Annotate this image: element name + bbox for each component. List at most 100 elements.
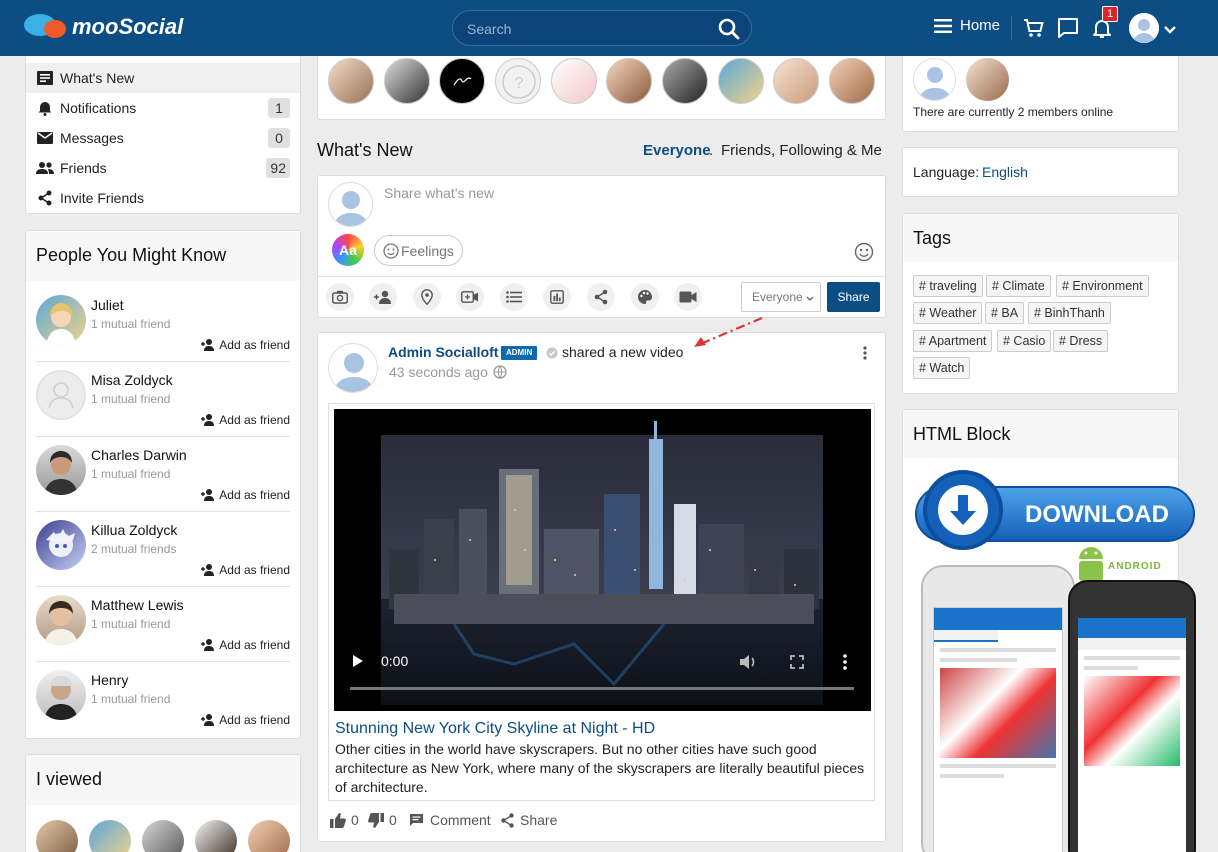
filter-friends-following[interactable]: Friends, Following & Me [721, 142, 882, 159]
story-avatar[interactable] [662, 58, 708, 104]
composer-input[interactable]: Share what's new [384, 185, 494, 201]
video-title[interactable]: Stunning New York City Skyline at Night … [335, 720, 655, 738]
site-logo[interactable]: mooSocial [24, 12, 183, 42]
tag-item[interactable]: # Environment [1056, 275, 1149, 297]
avatar[interactable] [89, 820, 131, 852]
menu-item-friends[interactable]: Friends 92 [26, 153, 300, 183]
avatar[interactable] [36, 370, 86, 420]
user-avatar[interactable] [1129, 13, 1159, 43]
camera-icon[interactable] [326, 283, 354, 311]
avatar[interactable] [195, 820, 237, 852]
video-progress-bar[interactable] [350, 687, 854, 690]
add-friend-button[interactable]: Add as friend [201, 638, 290, 652]
story-avatar[interactable] [439, 58, 485, 104]
mutual-friends: 1 mutual friend [91, 617, 171, 631]
tag-item[interactable]: # BinhThanh [1028, 302, 1111, 324]
video-more-icon[interactable] [843, 654, 847, 673]
menu-item-messages[interactable]: Messages 0 [26, 123, 300, 153]
comment-button[interactable]: Comment [409, 812, 491, 828]
story-avatar[interactable] [718, 58, 764, 104]
story-avatar[interactable] [328, 58, 374, 104]
share-icon[interactable] [587, 283, 615, 311]
story-avatar[interactable] [606, 58, 652, 104]
language-value[interactable]: English [982, 164, 1028, 180]
like-button[interactable]: 0 [330, 812, 359, 828]
poll-icon[interactable] [543, 283, 571, 311]
play-icon[interactable] [352, 654, 364, 671]
person-name[interactable]: Misa Zoldyck [91, 372, 173, 388]
person-name[interactable]: Charles Darwin [91, 447, 187, 463]
tag-item[interactable]: # Climate [986, 275, 1051, 297]
story-avatar[interactable] [829, 58, 875, 104]
video-add-icon[interactable] [456, 283, 484, 311]
story-avatar[interactable]: ? [495, 58, 541, 104]
download-label: DOWNLOAD [1025, 501, 1169, 528]
tag-item[interactable]: # BA [985, 302, 1025, 324]
menu-icon [934, 18, 952, 33]
person-name[interactable]: Henry [91, 672, 128, 688]
emoji-icon[interactable] [854, 242, 874, 265]
card-title: HTML Block [913, 424, 1011, 444]
message-icon[interactable] [1056, 16, 1080, 40]
list-icon[interactable] [500, 283, 528, 311]
post-time[interactable]: 43 seconds ago [389, 364, 488, 380]
online-avatar[interactable] [913, 58, 956, 101]
menu-item-notifications[interactable]: Notifications 1 [26, 93, 300, 123]
story-avatar[interactable] [551, 58, 597, 104]
avatar[interactable] [36, 295, 86, 345]
location-icon[interactable] [413, 283, 441, 311]
add-friend-button[interactable]: Add as friend [201, 713, 290, 727]
avatar[interactable] [36, 670, 86, 720]
avatar[interactable] [36, 595, 86, 645]
tag-item[interactable]: # Casio [997, 330, 1052, 352]
card-title: People You Might Know [36, 245, 227, 265]
home-link[interactable]: Home [934, 17, 1000, 34]
tag-item[interactable]: # Weather [913, 302, 983, 324]
avatar[interactable] [36, 520, 86, 570]
person-name[interactable]: Juliet [91, 297, 124, 313]
person-name[interactable]: Killua Zoldyck [91, 522, 177, 538]
avatar[interactable] [36, 820, 78, 852]
add-friend-button[interactable]: Add as friend [201, 563, 290, 577]
search-input[interactable] [467, 19, 707, 39]
cart-icon[interactable] [1022, 16, 1046, 40]
video-player[interactable]: 0:00 [334, 409, 871, 711]
filter-everyone[interactable]: Everyone [643, 142, 711, 159]
story-avatar[interactable] [384, 58, 430, 104]
post-author-name[interactable]: Admin Socialloft [388, 344, 498, 360]
post-author-avatar[interactable] [328, 343, 378, 393]
live-video-icon[interactable] [674, 283, 702, 311]
menu-label: Invite Friends [60, 190, 145, 206]
tag-item[interactable]: # Watch [913, 357, 971, 379]
chevron-down-icon[interactable] [1163, 22, 1177, 38]
menu-item-whats-new[interactable]: What's New [26, 63, 300, 93]
search-icon[interactable] [717, 17, 741, 41]
online-avatar[interactable] [966, 58, 1009, 101]
menu-item-invite-friends[interactable]: Invite Friends [26, 183, 300, 213]
add-friend-button[interactable]: Add as friend [201, 413, 290, 427]
feelings-button[interactable]: Feelings [374, 235, 463, 266]
add-friend-label: Add as friend [219, 638, 290, 652]
add-friend-button[interactable]: Add as friend [201, 488, 290, 502]
avatar[interactable] [142, 820, 184, 852]
add-user-icon [201, 639, 215, 651]
avatar[interactable] [36, 445, 86, 495]
story-avatar[interactable] [773, 58, 819, 104]
share-button[interactable]: Share [501, 812, 557, 828]
volume-icon[interactable] [739, 654, 757, 673]
mutual-friends: 1 mutual friend [91, 467, 171, 481]
person-name[interactable]: Matthew Lewis [91, 597, 184, 613]
dislike-button[interactable]: 0 [368, 812, 397, 828]
tag-item[interactable]: # Dress [1053, 330, 1109, 352]
text-style-button[interactable]: Aa [332, 234, 364, 266]
fullscreen-icon[interactable] [790, 655, 804, 672]
palette-icon[interactable] [631, 283, 659, 311]
tag-friend-icon[interactable] [369, 283, 397, 311]
add-friend-button[interactable]: Add as friend [201, 338, 290, 352]
more-options-icon[interactable] [863, 346, 867, 363]
share-post-button[interactable]: Share [827, 282, 880, 312]
tag-item[interactable]: # traveling [913, 275, 983, 297]
tag-item[interactable]: # Apartment [913, 330, 993, 352]
privacy-select[interactable]: Everyone [741, 282, 821, 312]
avatar[interactable] [248, 820, 290, 852]
